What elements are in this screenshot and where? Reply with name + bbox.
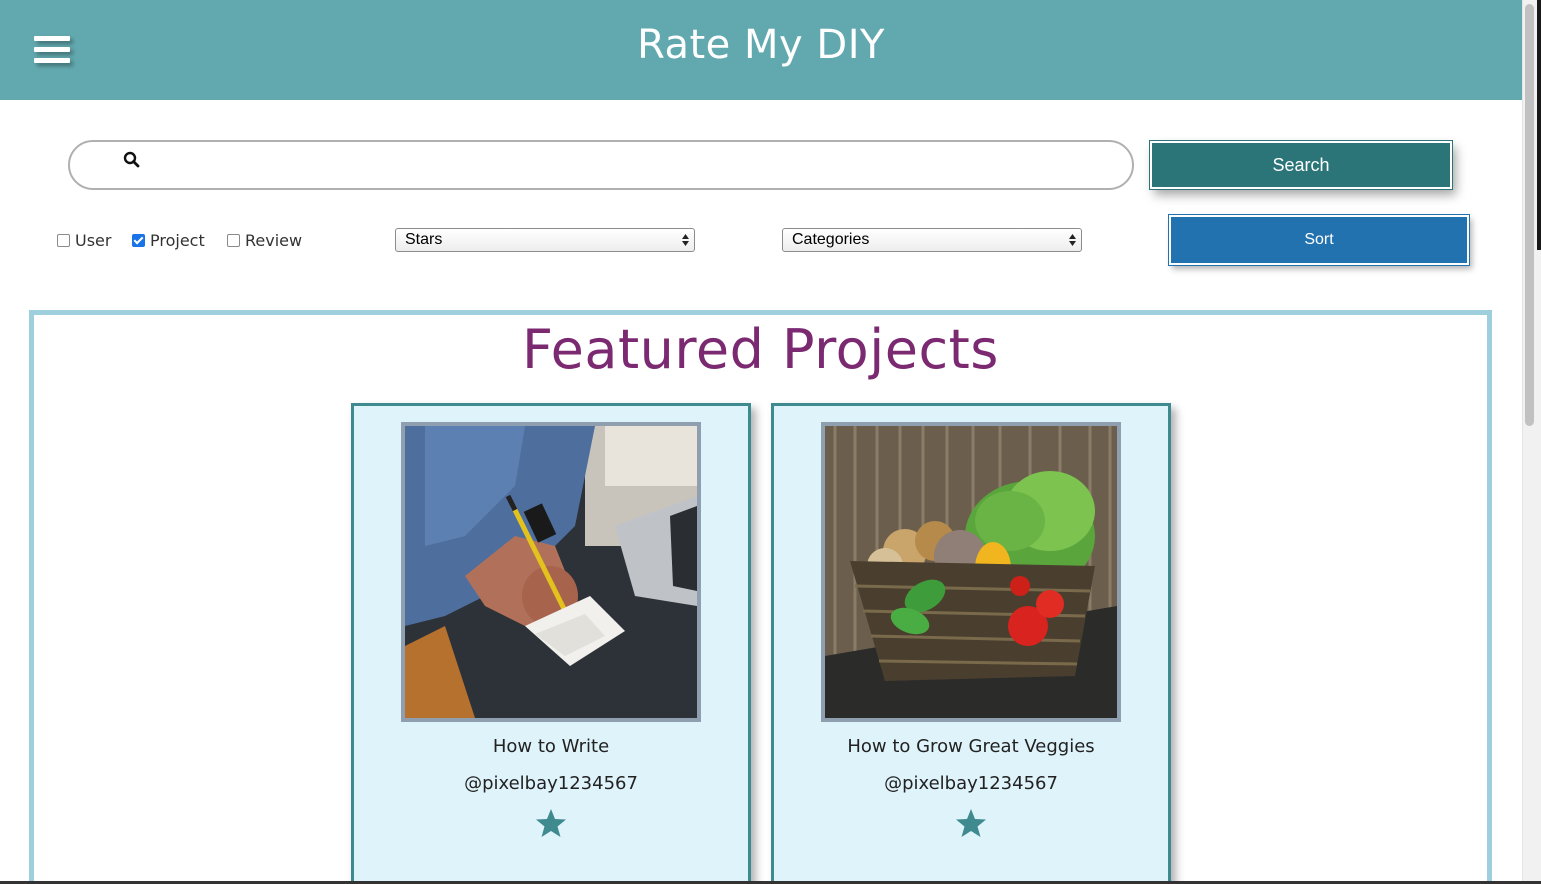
featured-title: Featured Projects	[522, 318, 999, 381]
window-edge	[1537, 0, 1541, 250]
project-title[interactable]: How to Grow Great Veggies	[774, 736, 1168, 757]
search-icon	[123, 151, 140, 168]
project-image-veggies[interactable]	[821, 422, 1121, 722]
project-card[interactable]: How to Grow Great Veggies @pixelbay12345…	[771, 403, 1171, 884]
star-icon	[956, 809, 986, 837]
review-checkbox[interactable]	[227, 233, 240, 247]
project-checkbox[interactable]	[132, 233, 145, 247]
categories-select[interactable]: Categories	[782, 228, 1082, 252]
page: Rate My DIY Search User Project Review S…	[0, 0, 1541, 884]
stars-select[interactable]: Stars	[395, 228, 695, 252]
scrollbar-thumb[interactable]	[1525, 4, 1534, 426]
project-image-writing[interactable]	[401, 422, 701, 722]
featured-projects-panel	[29, 310, 1492, 884]
search-button[interactable]: Search	[1149, 140, 1453, 190]
app-header: Rate My DIY	[0, 0, 1522, 100]
search-input[interactable]	[150, 144, 1114, 188]
stars-select-value: Stars	[405, 231, 443, 248]
app-title: Rate My DIY	[637, 22, 885, 68]
filter-review-label: Review	[245, 230, 303, 250]
project-card[interactable]: How to Write @pixelbay1234567	[351, 403, 751, 884]
select-arrows-icon	[1069, 234, 1076, 246]
filter-user[interactable]: User	[57, 229, 111, 251]
star-icon	[536, 809, 566, 837]
project-user[interactable]: @pixelbay1234567	[354, 773, 748, 794]
project-title[interactable]: How to Write	[354, 736, 748, 757]
select-arrows-icon	[682, 234, 689, 246]
filter-project[interactable]: Project	[132, 229, 205, 251]
project-user[interactable]: @pixelbay1234567	[774, 773, 1168, 794]
filter-review[interactable]: Review	[227, 229, 302, 251]
filter-user-label: User	[75, 230, 112, 250]
filter-project-label: Project	[150, 230, 205, 250]
sort-button[interactable]: Sort	[1168, 214, 1470, 266]
user-checkbox[interactable]	[57, 233, 70, 247]
categories-select-value: Categories	[792, 231, 870, 248]
